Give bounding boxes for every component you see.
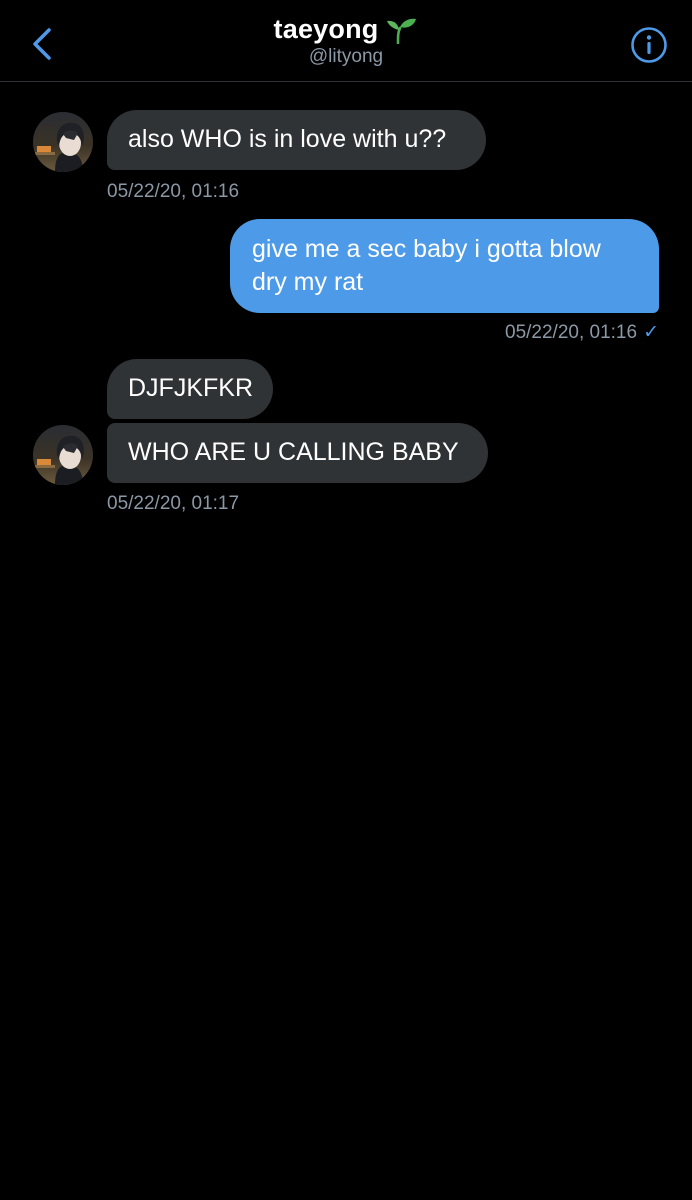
contact-name: taeyong (273, 14, 379, 44)
seedling-icon (387, 18, 417, 44)
read-check-icon: ✓ (643, 322, 659, 343)
timestamp-text: 05/22/20, 01:16 (505, 322, 638, 343)
message-bubble-received[interactable]: WHO ARE U CALLING BABY (107, 423, 488, 483)
info-button[interactable] (628, 24, 670, 66)
message-timestamp: 05/22/20, 01:16 (107, 181, 240, 202)
conversation-title: taeyong (274, 14, 419, 45)
message-text: WHO ARE U CALLING BABY (128, 438, 459, 466)
message-bubble-received[interactable]: also WHO is in love with u?? (107, 110, 486, 170)
message-timestamp: 05/22/20, 01:17 (107, 493, 240, 514)
avatar[interactable] (33, 425, 93, 485)
info-icon (631, 27, 667, 63)
message-text: give me a sec baby i gotta blow dry my r… (252, 235, 601, 296)
conversation-header: taeyong @lityong (0, 0, 692, 82)
conversation-title-area[interactable]: taeyong @lityong (0, 14, 692, 68)
message-timestamp-sent: 05/22/20, 01:16 ✓ (505, 321, 659, 344)
message-bubble-sent[interactable]: give me a sec baby i gotta blow dry my r… (230, 219, 659, 313)
message-text: DJFJKFKR (128, 374, 253, 402)
message-bubble-received[interactable]: DJFJKFKR (107, 359, 273, 419)
message-text: also WHO is in love with u?? (128, 125, 447, 153)
avatar-image (33, 425, 93, 485)
avatar[interactable] (33, 112, 93, 172)
avatar-image (33, 112, 93, 172)
contact-handle: @lityong (308, 46, 384, 67)
